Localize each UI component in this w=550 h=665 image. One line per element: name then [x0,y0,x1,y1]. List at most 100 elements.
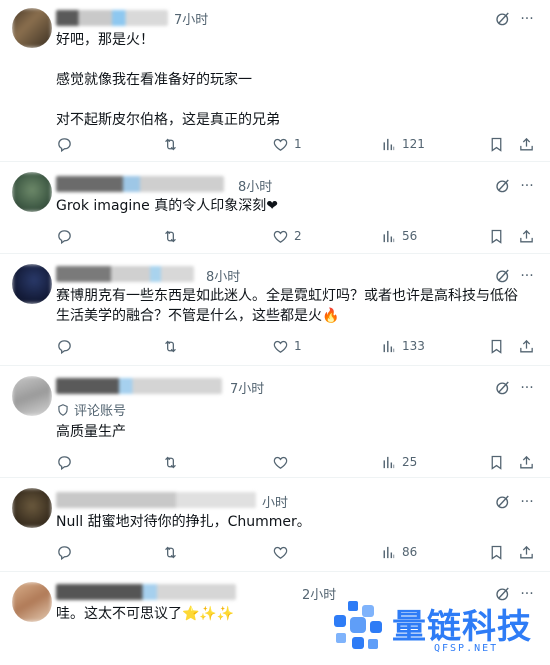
timestamp[interactable]: 7小时 [230,378,264,397]
share-button[interactable] [518,542,535,562]
bookmark-button[interactable] [488,336,505,356]
share-icon [518,454,535,471]
grok-icon[interactable] [494,267,512,285]
views-button[interactable]: 56 [380,226,417,246]
views-button[interactable]: 86 [380,542,417,562]
retweet-button[interactable] [162,542,184,562]
more-icon[interactable]: ··· [518,493,536,511]
avatar[interactable] [12,264,52,304]
watermark-brand: 量链科技 [392,607,532,647]
shield-icon [58,403,68,416]
reply-button[interactable] [56,452,78,472]
reply-5[interactable]: 小时 ··· Null 甜蜜地对待你的挣扎，Chummer。 86 [0,478,550,572]
reply-button[interactable] [56,336,78,356]
heart-icon [272,454,289,471]
retweet-icon [162,228,179,245]
username-redacted[interactable] [56,492,256,508]
heart-icon [272,544,289,561]
heart-icon [272,338,289,355]
avatar[interactable] [12,8,52,48]
views-icon [380,136,397,153]
share-button[interactable] [518,134,535,154]
account-label: 评论账号 [56,400,126,419]
more-icon[interactable]: ··· [518,267,536,285]
reply-4[interactable]: 7小时 ··· 评论账号 高质量生产 25 [0,366,550,478]
username-redacted[interactable] [56,266,194,282]
reply-text: 好吧，那是火！ 感觉就像我在看准备好的玩家一 对不起斯皮尔伯格，这是真正的兄弟 [56,32,280,128]
reply-2[interactable]: 8小时 ··· Grok imagine 真的令人印象深刻❤ 2 56 [0,162,550,254]
reply-text: 赛博朋克有一些东西是如此迷人。全是霓虹灯吗？或者也许是高科技与低俗生活美学的融合… [56,288,518,324]
grok-icon[interactable] [494,379,512,397]
avatar[interactable] [12,582,52,622]
username-redacted[interactable] [56,378,222,394]
bookmark-icon [488,136,505,153]
reply-text: Grok imagine 真的令人印象深刻❤ [56,198,278,214]
bookmark-button[interactable] [488,542,505,562]
bookmark-button[interactable] [488,226,505,246]
grok-icon[interactable] [494,493,512,511]
username-redacted[interactable] [56,176,224,192]
reply-1[interactable]: 7小时 ··· 好吧，那是火！ 感觉就像我在看准备好的玩家一 对不起斯皮尔伯格，… [0,0,550,162]
watermark-logo: 量链科技 QFSP.NET [330,597,550,661]
bookmark-icon [488,338,505,355]
like-button[interactable]: 1 [272,336,302,356]
reply-button[interactable] [56,542,78,562]
more-icon[interactable]: ··· [518,10,536,28]
avatar[interactable] [12,488,52,528]
bookmark-icon [488,228,505,245]
username-redacted[interactable] [56,584,236,600]
share-icon [518,136,535,153]
share-icon [518,228,535,245]
like-button[interactable] [272,452,294,472]
like-button[interactable]: 1 [272,134,302,154]
action-bar: 1 121 [56,134,536,154]
share-button[interactable] [518,226,535,246]
share-button[interactable] [518,452,535,472]
grok-icon[interactable] [494,10,512,28]
share-button[interactable] [518,336,535,356]
views-icon [380,338,397,355]
retweet-icon [162,136,179,153]
reply-button[interactable] [56,134,78,154]
reply-icon [56,136,73,153]
retweet-button[interactable] [162,226,184,246]
retweet-icon [162,454,179,471]
views-button[interactable]: 121 [380,134,425,154]
retweet-icon [162,544,179,561]
action-bar: 86 [56,542,536,562]
reply-3[interactable]: 8小时 ··· 赛博朋克有一些东西是如此迷人。全是霓虹灯吗？或者也许是高科技与低… [0,254,550,366]
bookmark-button[interactable] [488,452,505,472]
more-icon[interactable]: ··· [518,379,536,397]
retweet-button[interactable] [162,452,184,472]
heart-icon [272,228,289,245]
action-bar: 2 56 [56,226,536,246]
timestamp[interactable]: 7小时 [174,9,208,28]
retweet-button[interactable] [162,134,184,154]
bookmark-icon [488,454,505,471]
grok-icon[interactable] [494,177,512,195]
reply-icon [56,228,73,245]
reply-text: 高质量生产 [56,424,126,440]
views-button[interactable]: 25 [380,452,417,472]
views-button[interactable]: 133 [380,336,425,356]
timestamp[interactable]: 8小时 [238,176,272,195]
share-icon [518,338,535,355]
reply-button[interactable] [56,226,78,246]
like-button[interactable]: 2 [272,226,302,246]
username-redacted[interactable] [56,10,168,26]
watermark-domain: QFSP.NET [434,643,499,654]
reply-icon [56,454,73,471]
like-button[interactable] [272,542,294,562]
reply-icon [56,338,73,355]
more-icon[interactable]: ··· [518,177,536,195]
timestamp[interactable]: 小时 [262,492,288,511]
avatar[interactable] [12,376,52,416]
action-bar: 25 [56,452,536,472]
views-icon [380,228,397,245]
retweet-button[interactable] [162,336,184,356]
bookmark-icon [488,544,505,561]
avatar[interactable] [12,172,52,212]
bookmark-button[interactable] [488,134,505,154]
reply-text: Null 甜蜜地对待你的挣扎，Chummer。 [56,514,311,530]
timestamp[interactable]: 8小时 [206,266,240,285]
